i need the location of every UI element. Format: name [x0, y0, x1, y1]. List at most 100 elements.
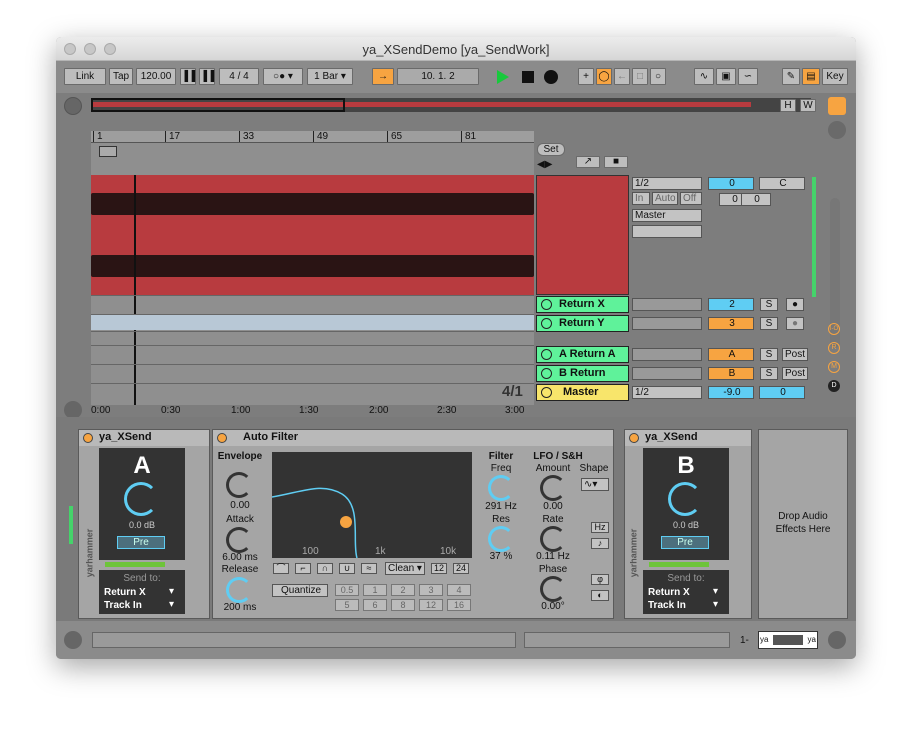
play-icon[interactable]: [541, 349, 552, 360]
delay-toggle[interactable]: D: [828, 380, 840, 392]
device-on-icon[interactable]: [83, 433, 93, 443]
send-b-value[interactable]: 0: [741, 193, 771, 206]
play-icon[interactable]: [541, 368, 552, 379]
browser-toggle-icon[interactable]: [828, 97, 846, 115]
master-pan[interactable]: 0: [759, 386, 805, 399]
capture-icon[interactable]: □: [632, 68, 648, 85]
play-icon[interactable]: [541, 387, 552, 398]
phase-mode-icon[interactable]: φ: [591, 574, 609, 585]
input-type-menu[interactable]: 1/2: [632, 177, 702, 190]
clip-view-toggle-icon[interactable]: [828, 121, 846, 139]
automation-arm-icon[interactable]: ◯: [596, 68, 612, 85]
key-map-button[interactable]: Key: [822, 68, 848, 85]
midi-keyboard-icon[interactable]: ▤: [802, 68, 820, 85]
tempo-field[interactable]: 120.00: [136, 68, 176, 85]
return-b-output[interactable]: [632, 367, 702, 380]
nudge-down-icon[interactable]: ▐▐: [180, 68, 196, 85]
device-title[interactable]: Auto Filter: [213, 430, 613, 446]
attack-knob[interactable]: [226, 527, 252, 553]
envelope-knob[interactable]: [226, 472, 252, 498]
chevron-down-icon[interactable]: ▾: [169, 586, 174, 597]
highpass-icon[interactable]: ⌐: [295, 563, 311, 574]
rate-knob[interactable]: [540, 526, 566, 552]
overview-window[interactable]: [91, 98, 345, 112]
monitor-in-button[interactable]: In: [632, 192, 650, 205]
return-b-post[interactable]: Post: [782, 367, 808, 380]
lowpass-icon[interactable]: ⌒: [273, 563, 289, 574]
dest1-menu[interactable]: Return X: [104, 587, 146, 598]
quantize-value[interactable]: 3: [419, 584, 443, 596]
note-sync-icon[interactable]: ♪: [591, 538, 609, 549]
quantize-value[interactable]: 6: [363, 599, 387, 611]
bandpass-icon[interactable]: ∩: [317, 563, 333, 574]
filter-graph[interactable]: 100 1k 10k: [271, 452, 472, 559]
dest2-menu[interactable]: Track In: [648, 600, 686, 611]
hz-button[interactable]: Hz: [591, 522, 609, 533]
quantize-value[interactable]: 2: [391, 584, 415, 596]
return-a-output[interactable]: [632, 348, 702, 361]
return-x-header[interactable]: Return X: [536, 296, 629, 313]
h-button[interactable]: H: [780, 99, 796, 112]
draw-mode-icon[interactable]: ✎: [782, 68, 800, 85]
dest1-menu[interactable]: Return X: [648, 587, 690, 598]
quantize-value[interactable]: 12: [419, 599, 443, 611]
return-y-number[interactable]: 3: [708, 317, 754, 330]
audio-track-header[interactable]: [536, 175, 629, 295]
return-y-solo[interactable]: S: [760, 317, 778, 330]
monitor-auto-button[interactable]: Auto: [652, 192, 678, 205]
device-title[interactable]: ya_XSend: [625, 430, 751, 446]
quantize-value[interactable]: 5: [335, 599, 359, 611]
release-knob[interactable]: [226, 577, 252, 603]
monitor-off-button[interactable]: Off: [680, 192, 702, 205]
device-title[interactable]: ya_XSend: [79, 430, 209, 446]
track-volume[interactable]: 0: [708, 177, 754, 190]
play-icon[interactable]: [541, 318, 552, 329]
returns-toggle[interactable]: R: [828, 342, 840, 354]
metronome-icon[interactable]: ○● ▾: [263, 68, 303, 85]
nudge-up-icon[interactable]: ▐▐: [199, 68, 215, 85]
lock-icon[interactable]: ■: [604, 156, 628, 168]
io-toggle[interactable]: I-O: [828, 323, 840, 335]
return-b-header[interactable]: B Return: [536, 365, 629, 382]
send-knob[interactable]: [668, 482, 702, 516]
quantize-value[interactable]: 0.5: [335, 584, 359, 596]
arrangement-toggle-icon[interactable]: [64, 97, 82, 115]
return-x-number[interactable]: 2: [708, 298, 754, 311]
quantize-value[interactable]: 16: [447, 599, 471, 611]
slope-24-button[interactable]: 24: [453, 563, 469, 574]
return-a-post[interactable]: Post: [782, 348, 808, 361]
detail-toggle-icon[interactable]: [828, 631, 846, 649]
notch-icon[interactable]: ∪: [339, 563, 355, 574]
quantization-menu[interactable]: 1 Bar ▾: [307, 68, 353, 85]
xsend-b-device[interactable]: ya_XSend B 0.0 dB Pre Send to: Return X …: [624, 429, 752, 619]
quantize-value[interactable]: 1: [363, 584, 387, 596]
quantize-value[interactable]: 4: [447, 584, 471, 596]
output-menu[interactable]: Master: [632, 209, 702, 222]
return-a-solo[interactable]: S: [760, 348, 778, 361]
return-y-header[interactable]: Return Y: [536, 315, 629, 332]
device-on-icon[interactable]: [629, 433, 639, 443]
return-y-lane[interactable]: [91, 315, 534, 330]
dest2-menu[interactable]: Track In: [104, 600, 142, 611]
follow-arrow-icon[interactable]: →: [372, 68, 394, 85]
expand-icon[interactable]: ↗: [576, 156, 600, 168]
res-knob[interactable]: [488, 526, 514, 552]
link-button[interactable]: Link: [64, 68, 106, 85]
record-icon[interactable]: [544, 70, 558, 84]
return-x-output[interactable]: [632, 298, 702, 311]
return-b-letter[interactable]: B: [708, 367, 754, 380]
freq-knob[interactable]: [488, 475, 514, 501]
time-ruler[interactable]: 0:00 0:30 1:00 1:30 2:00 2:30 3:00: [91, 405, 534, 417]
chevron-down-icon[interactable]: ▾: [169, 599, 174, 610]
overdub-icon[interactable]: +: [578, 68, 594, 85]
device-on-icon[interactable]: [217, 433, 227, 443]
morph-icon[interactable]: ≈: [361, 563, 377, 574]
song-position[interactable]: 10. 1. 2: [397, 68, 479, 85]
filter-mode-menu[interactable]: Clean ▾: [385, 562, 425, 575]
master-output-menu[interactable]: 1/2: [632, 386, 702, 399]
w-button[interactable]: W: [800, 99, 816, 112]
pre-button[interactable]: Pre: [117, 536, 165, 549]
drop-zone[interactable]: Drop Audio Effects Here: [758, 429, 848, 619]
locator-prev-next-icon[interactable]: ◀▶: [537, 159, 552, 170]
record-arm-icon[interactable]: ●: [786, 298, 804, 311]
